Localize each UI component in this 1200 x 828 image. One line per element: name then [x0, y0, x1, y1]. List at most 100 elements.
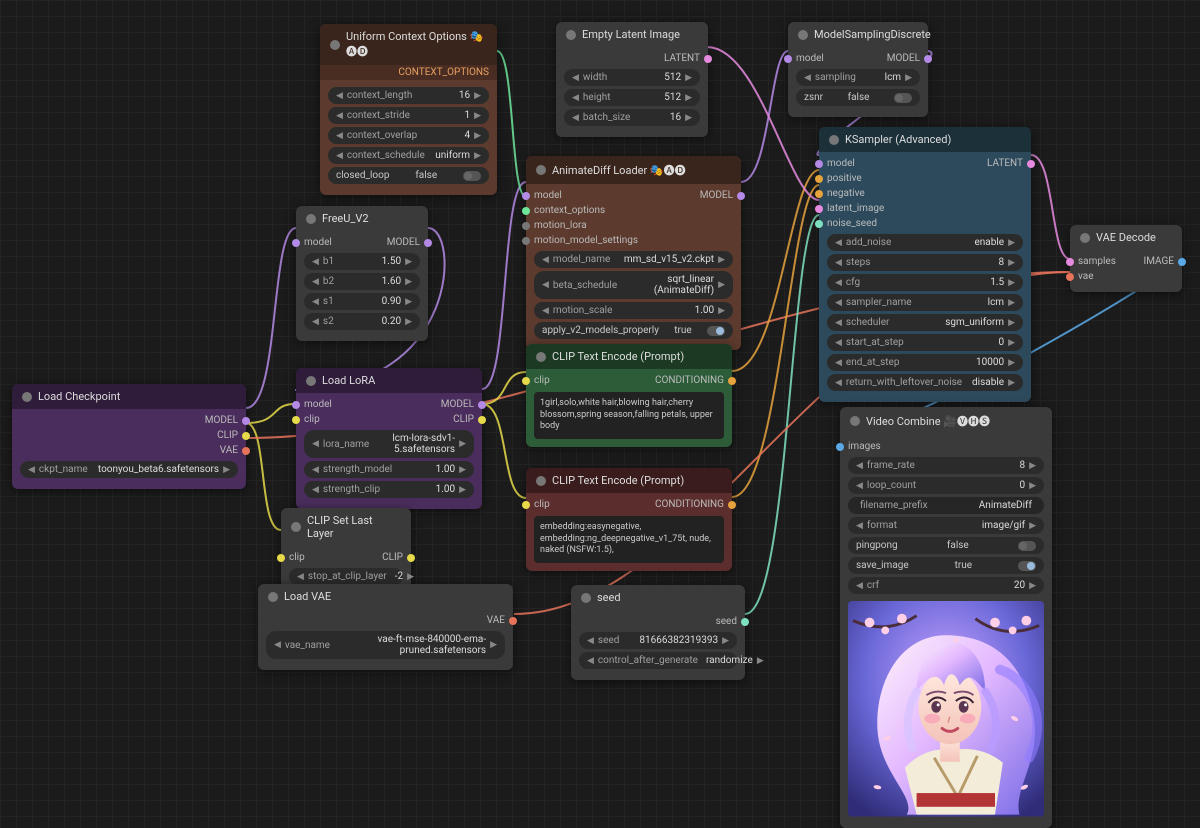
node-clip-set[interactable]: CLIP Set Last Layer clipCLIP ◀stop_at_cl…: [281, 508, 411, 596]
w-ctx-stride[interactable]: ◀context_stride1▶: [328, 107, 489, 124]
collapse-icon[interactable]: [330, 40, 340, 50]
collapse-icon[interactable]: [536, 476, 546, 486]
out-cond[interactable]: [728, 377, 736, 385]
collapse-icon[interactable]: [306, 214, 316, 224]
in-mms[interactable]: [522, 237, 530, 245]
node-clip-neg[interactable]: CLIP Text Encode (Prompt) clipCONDITIONI…: [526, 468, 732, 571]
collapse-icon[interactable]: [291, 522, 301, 532]
w-stop-layer[interactable]: ◀stop_at_clip_layer-2▶: [289, 568, 403, 585]
w-height[interactable]: ◀height512▶: [564, 89, 700, 106]
in-model[interactable]: [522, 192, 530, 200]
out-vae[interactable]: [242, 447, 250, 455]
in-pos[interactable]: [815, 175, 823, 183]
t-closed-loop[interactable]: closed_loopfalse: [328, 167, 489, 184]
w-crf[interactable]: ◀crf20▶: [848, 577, 1044, 594]
w-b2[interactable]: ◀b21.60▶: [304, 273, 420, 290]
w-ctx-overlap[interactable]: ◀context_overlap4▶: [328, 127, 489, 144]
collapse-icon[interactable]: [536, 352, 546, 362]
node-seed[interactable]: seed seed ◀seed81666382319393▶ ◀control_…: [571, 585, 745, 680]
collapse-icon[interactable]: [850, 416, 860, 426]
t-apply-v2[interactable]: apply_v2_models_properlytrue: [534, 322, 733, 339]
collapse-icon[interactable]: [306, 376, 316, 386]
in-neg[interactable]: [815, 190, 823, 198]
in-ctx[interactable]: [522, 207, 530, 215]
w-mscale[interactable]: ◀motion_scale1.00▶: [534, 302, 733, 319]
in-samples[interactable]: [1066, 258, 1074, 266]
w-start[interactable]: ◀start_at_step0▶: [827, 334, 1023, 351]
w-s1[interactable]: ◀s10.90▶: [304, 293, 420, 310]
w-add-noise[interactable]: ◀add_noiseenable▶: [827, 234, 1023, 251]
in-seed[interactable]: [815, 220, 823, 228]
w-loop[interactable]: ◀loop_count0▶: [848, 477, 1044, 494]
w-vae-name[interactable]: ◀vae_namevae-ft-mse-840000-ema-pruned.sa…: [266, 631, 505, 659]
t-zsnr[interactable]: zsnrfalse: [796, 89, 920, 106]
collapse-icon[interactable]: [1080, 233, 1090, 243]
out-cond[interactable]: [728, 501, 736, 509]
w-cfg[interactable]: ◀cfg1.5▶: [827, 274, 1023, 291]
in-mlora[interactable]: [522, 222, 530, 230]
collapse-icon[interactable]: [268, 592, 278, 602]
in-model[interactable]: [292, 239, 300, 247]
w-lora-name[interactable]: ◀lora_namelcm-lora-sdv1-5.safetensors▶: [304, 430, 474, 458]
w-sampler-name[interactable]: ◀sampler_namelcm▶: [827, 294, 1023, 311]
out-latent[interactable]: [1027, 160, 1035, 168]
in-model[interactable]: [292, 401, 300, 409]
collapse-icon[interactable]: [829, 135, 839, 145]
w-sampling[interactable]: ◀samplinglcm▶: [796, 69, 920, 86]
out-model[interactable]: [424, 239, 432, 247]
collapse-icon[interactable]: [22, 392, 32, 402]
w-width[interactable]: ◀width512▶: [564, 69, 700, 86]
w-seed[interactable]: ◀seed81666382319393▶: [579, 632, 737, 649]
t-save[interactable]: save_imagetrue: [848, 557, 1044, 574]
out-clip[interactable]: [478, 416, 486, 424]
out-model[interactable]: [737, 192, 745, 200]
node-freeu[interactable]: FreeU_V2 modelMODEL ◀b11.50▶ ◀b21.60▶ ◀s…: [296, 206, 428, 341]
negprompt-text[interactable]: embedding:easynegative, embedding:ng_dee…: [534, 516, 724, 563]
in-clip[interactable]: [522, 377, 530, 385]
in-vae[interactable]: [1066, 273, 1074, 281]
w-str-clip[interactable]: ◀strength_clip1.00▶: [304, 481, 474, 498]
w-ctx-sched[interactable]: ◀context_scheduleuniform▶: [328, 147, 489, 164]
node-empty-latent[interactable]: Empty Latent Image LATENT ◀width512▶ ◀he…: [556, 22, 708, 137]
w-ckpt-name[interactable]: ◀ckpt_nametoonyou_beta6.safetensors▶: [20, 461, 238, 478]
node-load-lora[interactable]: Load LoRA modelMODEL clipCLIP ◀lora_name…: [296, 368, 482, 509]
node-animatediff[interactable]: AnimateDiff Loader 🎭🅐🅓 modelMODEL contex…: [526, 156, 741, 350]
node-ksampler[interactable]: KSampler (Advanced) modelLATENT positive…: [819, 127, 1031, 402]
w-prefix[interactable]: filename_prefixAnimateDiff: [848, 497, 1044, 514]
node-load-vae[interactable]: Load VAE VAE ◀vae_namevae-ft-mse-840000-…: [258, 584, 513, 670]
node-model-sampling[interactable]: ModelSamplingDiscrete modelMODEL ◀sampli…: [788, 22, 928, 117]
w-batch[interactable]: ◀batch_size16▶: [564, 109, 700, 126]
out-model[interactable]: [478, 401, 486, 409]
node-load-checkpoint[interactable]: Load Checkpoint MODEL CLIP VAE ◀ckpt_nam…: [12, 384, 246, 489]
out-clip[interactable]: [407, 554, 415, 562]
out-model[interactable]: [924, 55, 932, 63]
out-clip[interactable]: [242, 432, 250, 440]
node-uniform-context[interactable]: Uniform Context Options 🎭🅐🅓 CONTEXT_OPTI…: [320, 24, 497, 195]
w-str-model[interactable]: ◀strength_model1.00▶: [304, 461, 474, 478]
w-ctrl-after[interactable]: ◀control_after_generaterandomize▶: [579, 652, 737, 669]
w-end[interactable]: ◀end_at_step10000▶: [827, 354, 1023, 371]
w-scheduler[interactable]: ◀schedulersgm_uniform▶: [827, 314, 1023, 331]
w-beta[interactable]: ◀beta_schedulesqrt_linear (AnimateDiff)▶: [534, 271, 733, 299]
node-video-combine[interactable]: Video Combine 🎥🅥🅗🅢 images ◀frame_rate8▶ …: [840, 407, 1052, 828]
w-model-name[interactable]: ◀model_namemm_sd_v15_v2.ckpt▶: [534, 251, 733, 268]
out-latent[interactable]: [704, 55, 712, 63]
in-clip[interactable]: [277, 554, 285, 562]
prompt-text[interactable]: 1girl,solo,white hair,blowing hair,cherr…: [534, 392, 724, 439]
t-pingpong[interactable]: pingpongfalse: [848, 537, 1044, 554]
w-b1[interactable]: ◀b11.50▶: [304, 253, 420, 270]
w-s2[interactable]: ◀s20.20▶: [304, 313, 420, 330]
collapse-icon[interactable]: [581, 593, 591, 603]
out-image[interactable]: [1178, 258, 1186, 266]
in-images[interactable]: [836, 443, 844, 451]
out-seed[interactable]: [741, 618, 749, 626]
in-model[interactable]: [815, 160, 823, 168]
w-steps[interactable]: ◀steps8▶: [827, 254, 1023, 271]
in-clip[interactable]: [292, 416, 300, 424]
w-frame-rate[interactable]: ◀frame_rate8▶: [848, 457, 1044, 474]
collapse-icon[interactable]: [536, 165, 546, 175]
out-model[interactable]: [242, 417, 250, 425]
collapse-icon[interactable]: [798, 30, 808, 40]
in-clip[interactable]: [522, 501, 530, 509]
node-clip-pos[interactable]: CLIP Text Encode (Prompt) clipCONDITIONI…: [526, 344, 732, 447]
